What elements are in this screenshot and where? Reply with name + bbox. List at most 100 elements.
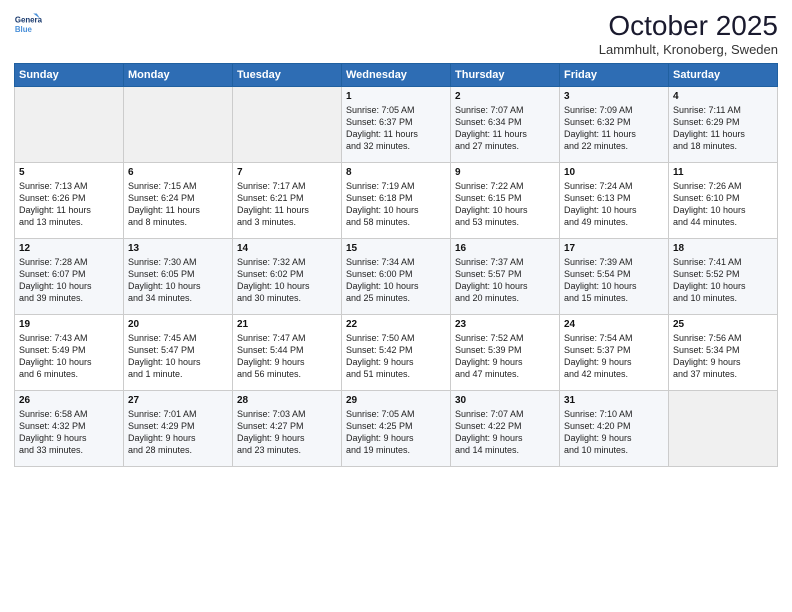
day-info: Sunrise: 7:10 AM Sunset: 4:20 PM Dayligh… (564, 408, 664, 457)
day-cell (124, 87, 233, 163)
day-number: 16 (455, 243, 555, 254)
logo: General Blue (14, 10, 42, 38)
logo-icon: General Blue (14, 10, 42, 38)
header: General Blue October 2025 Lammhult, Kron… (14, 10, 778, 57)
day-info: Sunrise: 7:34 AM Sunset: 6:00 PM Dayligh… (346, 256, 446, 305)
day-cell: 4Sunrise: 7:11 AM Sunset: 6:29 PM Daylig… (669, 87, 778, 163)
day-cell (233, 87, 342, 163)
svg-text:Blue: Blue (15, 25, 33, 34)
day-cell (669, 391, 778, 467)
day-info: Sunrise: 7:01 AM Sunset: 4:29 PM Dayligh… (128, 408, 228, 457)
day-number: 23 (455, 319, 555, 330)
day-info: Sunrise: 6:58 AM Sunset: 4:32 PM Dayligh… (19, 408, 119, 457)
col-header-tuesday: Tuesday (233, 64, 342, 87)
day-info: Sunrise: 7:28 AM Sunset: 6:07 PM Dayligh… (19, 256, 119, 305)
day-cell: 20 Sunrise: 7:45 AM Sunset: 5:47 PM Dayli… (124, 315, 233, 391)
day-info: Sunrise: 7:11 AM Sunset: 6:29 PM Dayligh… (673, 104, 773, 153)
day-cell: 16 Sunrise: 7:37 AM Sunset: 5:57 PM Dayli… (451, 239, 560, 315)
col-header-saturday: Saturday (669, 64, 778, 87)
day-number: 11 (673, 167, 773, 178)
day-info: Sunrise: 7:30 AM Sunset: 6:05 PM Dayligh… (128, 256, 228, 305)
day-number: 5 (19, 167, 119, 178)
day-cell: 23 Sunrise: 7:52 AM Sunset: 5:39 PM Dayli… (451, 315, 560, 391)
day-cell: 25 Sunrise: 7:56 AM Sunset: 5:34 PM Dayli… (669, 315, 778, 391)
month-title: October 2025 (599, 10, 778, 42)
day-cell: 14Sunrise: 7:32 AM Sunset: 6:02 PM Dayli… (233, 239, 342, 315)
day-info: Sunrise: 7:45 AM Sunset: 5:47 PM Dayligh… (128, 332, 228, 381)
day-number: 26 (19, 395, 119, 406)
col-header-friday: Friday (560, 64, 669, 87)
day-number: 31 (564, 395, 664, 406)
day-cell: 3 Sunrise: 7:09 AM Sunset: 6:32 PM Daylig… (560, 87, 669, 163)
header-row: SundayMondayTuesdayWednesdayThursdayFrid… (15, 64, 778, 87)
day-number: 8 (346, 167, 446, 178)
day-number: 3 (564, 91, 664, 102)
day-cell: 22Sunrise: 7:50 AM Sunset: 5:42 PM Dayli… (342, 315, 451, 391)
day-info: Sunrise: 7:13 AM Sunset: 6:26 PM Dayligh… (19, 180, 119, 229)
day-info: Sunrise: 7:54 AM Sunset: 5:37 PM Dayligh… (564, 332, 664, 381)
day-info: Sunrise: 7:22 AM Sunset: 6:15 PM Dayligh… (455, 180, 555, 229)
day-info: Sunrise: 7:56 AM Sunset: 5:34 PM Dayligh… (673, 332, 773, 381)
day-cell: 15 Sunrise: 7:34 AM Sunset: 6:00 PM Dayli… (342, 239, 451, 315)
day-cell: 28 Sunrise: 7:03 AM Sunset: 4:27 PM Dayli… (233, 391, 342, 467)
calendar-table: SundayMondayTuesdayWednesdayThursdayFrid… (14, 63, 778, 467)
day-info: Sunrise: 7:37 AM Sunset: 5:57 PM Dayligh… (455, 256, 555, 305)
day-cell: 10Sunrise: 7:24 AM Sunset: 6:13 PM Dayli… (560, 163, 669, 239)
title-block: October 2025 Lammhult, Kronoberg, Sweden (599, 10, 778, 57)
day-cell: 9Sunrise: 7:22 AM Sunset: 6:15 PM Daylig… (451, 163, 560, 239)
week-row-3: 12 Sunrise: 7:28 AM Sunset: 6:07 PM Dayli… (15, 239, 778, 315)
day-number: 27 (128, 395, 228, 406)
day-cell: 6Sunrise: 7:15 AM Sunset: 6:24 PM Daylig… (124, 163, 233, 239)
day-cell: 13 Sunrise: 7:30 AM Sunset: 6:05 PM Dayli… (124, 239, 233, 315)
day-number: 19 (19, 319, 119, 330)
day-cell: 27 Sunrise: 7:01 AM Sunset: 4:29 PM Dayli… (124, 391, 233, 467)
col-header-sunday: Sunday (15, 64, 124, 87)
day-info: Sunrise: 7:47 AM Sunset: 5:44 PM Dayligh… (237, 332, 337, 381)
day-cell: 29 Sunrise: 7:05 AM Sunset: 4:25 PM Dayli… (342, 391, 451, 467)
week-row-5: 26 Sunrise: 6:58 AM Sunset: 4:32 PM Dayli… (15, 391, 778, 467)
day-cell: 24 Sunrise: 7:54 AM Sunset: 5:37 PM Dayli… (560, 315, 669, 391)
day-info: Sunrise: 7:43 AM Sunset: 5:49 PM Dayligh… (19, 332, 119, 381)
day-info: Sunrise: 7:41 AM Sunset: 5:52 PM Dayligh… (673, 256, 773, 305)
subtitle: Lammhult, Kronoberg, Sweden (599, 42, 778, 57)
day-cell: 19 Sunrise: 7:43 AM Sunset: 5:49 PM Dayli… (15, 315, 124, 391)
day-info: Sunrise: 7:17 AM Sunset: 6:21 PM Dayligh… (237, 180, 337, 229)
week-row-4: 19 Sunrise: 7:43 AM Sunset: 5:49 PM Dayli… (15, 315, 778, 391)
day-number: 12 (19, 243, 119, 254)
day-info: Sunrise: 7:03 AM Sunset: 4:27 PM Dayligh… (237, 408, 337, 457)
day-number: 24 (564, 319, 664, 330)
day-cell: 21Sunrise: 7:47 AM Sunset: 5:44 PM Dayli… (233, 315, 342, 391)
day-info: Sunrise: 7:19 AM Sunset: 6:18 PM Dayligh… (346, 180, 446, 229)
day-info: Sunrise: 7:32 AM Sunset: 6:02 PM Dayligh… (237, 256, 337, 305)
day-info: Sunrise: 7:05 AM Sunset: 4:25 PM Dayligh… (346, 408, 446, 457)
day-number: 22 (346, 319, 446, 330)
week-row-2: 5 Sunrise: 7:13 AM Sunset: 6:26 PM Daylig… (15, 163, 778, 239)
day-number: 7 (237, 167, 337, 178)
day-cell: 2 Sunrise: 7:07 AM Sunset: 6:34 PM Daylig… (451, 87, 560, 163)
day-number: 29 (346, 395, 446, 406)
day-number: 25 (673, 319, 773, 330)
day-info: Sunrise: 7:07 AM Sunset: 4:22 PM Dayligh… (455, 408, 555, 457)
day-info: Sunrise: 7:05 AM Sunset: 6:37 PM Dayligh… (346, 104, 446, 153)
day-number: 13 (128, 243, 228, 254)
day-number: 17 (564, 243, 664, 254)
calendar-page: General Blue October 2025 Lammhult, Kron… (0, 0, 792, 612)
day-cell: 12 Sunrise: 7:28 AM Sunset: 6:07 PM Dayli… (15, 239, 124, 315)
day-number: 10 (564, 167, 664, 178)
col-header-monday: Monday (124, 64, 233, 87)
day-info: Sunrise: 7:07 AM Sunset: 6:34 PM Dayligh… (455, 104, 555, 153)
day-cell: 8 Sunrise: 7:19 AM Sunset: 6:18 PM Daylig… (342, 163, 451, 239)
day-cell: 7 Sunrise: 7:17 AM Sunset: 6:21 PM Daylig… (233, 163, 342, 239)
day-number: 28 (237, 395, 337, 406)
day-number: 15 (346, 243, 446, 254)
day-number: 20 (128, 319, 228, 330)
day-info: Sunrise: 7:26 AM Sunset: 6:10 PM Dayligh… (673, 180, 773, 229)
day-number: 30 (455, 395, 555, 406)
day-cell: 11 Sunrise: 7:26 AM Sunset: 6:10 PM Dayli… (669, 163, 778, 239)
day-info: Sunrise: 7:09 AM Sunset: 6:32 PM Dayligh… (564, 104, 664, 153)
day-number: 2 (455, 91, 555, 102)
day-cell: 5 Sunrise: 7:13 AM Sunset: 6:26 PM Daylig… (15, 163, 124, 239)
day-cell: 18 Sunrise: 7:41 AM Sunset: 5:52 PM Dayli… (669, 239, 778, 315)
day-info: Sunrise: 7:52 AM Sunset: 5:39 PM Dayligh… (455, 332, 555, 381)
day-number: 18 (673, 243, 773, 254)
